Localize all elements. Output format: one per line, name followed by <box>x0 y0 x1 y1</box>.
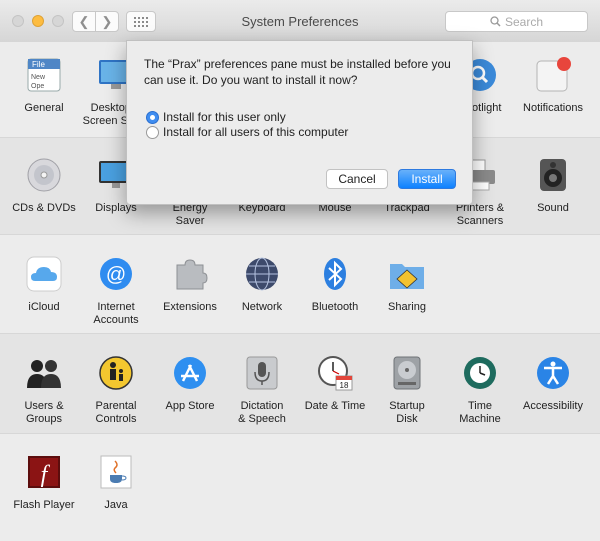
pref-label: Network <box>241 301 283 313</box>
pref-label: Internet Accounts <box>93 301 139 326</box>
pref-label: Flash Player <box>13 499 75 511</box>
pref-label: Sharing <box>388 301 426 313</box>
pref-label: Energy Saver <box>172 202 208 227</box>
pref-cds-dvds[interactable]: CDs & DVDs <box>8 156 80 215</box>
pref-label: App Store <box>165 400 215 412</box>
dialog-message: The “Prax” preferences pane must be inst… <box>144 57 451 87</box>
pref-label: Notifications <box>523 102 583 114</box>
pref-dictation-speech[interactable]: Dictation & Speech <box>226 354 298 426</box>
cd-icon <box>25 156 63 194</box>
pref-parental-controls[interactable]: Parental Controls <box>80 354 152 426</box>
install-button[interactable]: Install <box>398 169 456 189</box>
search-placeholder: Search <box>504 14 544 29</box>
parental-icon <box>97 354 135 392</box>
pref-label: Date & Time <box>304 400 366 412</box>
pref-java[interactable]: Java <box>80 453 152 512</box>
radio-this-user[interactable]: Install for this user only <box>146 110 286 124</box>
pref-label: Users & Groups <box>24 400 64 425</box>
pref-label: Startup Disk <box>389 400 425 425</box>
appstore-icon <box>171 354 209 392</box>
speaker-icon <box>534 156 572 194</box>
radio-selected-icon <box>146 110 159 124</box>
title-bar: ❮ ❯ System Preferences Search <box>0 0 600 43</box>
pref-extensions[interactable]: Extensions <box>154 255 226 314</box>
bluetooth-icon <box>316 255 354 293</box>
pref-notifications[interactable]: Notifications <box>517 56 589 115</box>
pref-sound[interactable]: Sound <box>517 156 589 215</box>
radio-unselected-icon <box>146 125 159 139</box>
pref-label: Bluetooth <box>311 301 359 313</box>
pref-network[interactable]: Network <box>226 255 298 314</box>
pref-label: Sound <box>537 202 569 214</box>
svg-text:New: New <box>31 74 46 81</box>
svg-text:@: @ <box>106 264 126 286</box>
general-icon: File New Ope <box>25 56 63 94</box>
svg-text:Ope: Ope <box>31 83 44 90</box>
pref-flash-player[interactable]: f Flash Player <box>8 453 80 512</box>
pref-label: iCloud <box>28 301 60 313</box>
notifications-icon <box>534 56 572 94</box>
pref-app-store[interactable]: App Store <box>154 354 226 413</box>
pref-users-groups[interactable]: Users & Groups <box>8 354 80 426</box>
pref-label: Parental Controls <box>95 400 137 425</box>
pref-internet-accounts[interactable]: @ Internet Accounts <box>80 255 152 327</box>
sharing-folder-icon <box>388 255 426 293</box>
pref-label: Dictation & Speech <box>238 400 286 425</box>
radio-label: Install for all users of this computer <box>163 125 349 139</box>
pref-label: Accessibility <box>523 400 583 412</box>
disk-icon <box>388 354 426 392</box>
search-field[interactable]: Search <box>445 11 588 32</box>
pref-label: Printers & Scanners <box>455 202 505 227</box>
globe-icon <box>243 255 281 293</box>
radio-all-users[interactable]: Install for all users of this computer <box>146 125 348 139</box>
pref-bluetooth[interactable]: Bluetooth <box>299 255 371 314</box>
pref-accessibility[interactable]: Accessibility <box>517 354 589 413</box>
pref-time-machine[interactable]: Time Machine <box>444 354 516 426</box>
at-icon: @ <box>97 255 135 293</box>
clock-icon: 18 <box>316 354 354 392</box>
radio-label: Install for this user only <box>163 110 286 124</box>
icloud-icon <box>25 255 63 293</box>
microphone-icon <box>243 354 281 392</box>
pref-label: General <box>24 102 64 114</box>
pref-label: Time Machine <box>459 400 501 425</box>
flash-icon: f <box>25 453 63 491</box>
puzzle-icon <box>171 255 209 293</box>
users-icon <box>25 354 63 392</box>
system-preferences-window: ❮ ❯ System Preferences Search File New Ope… <box>0 0 600 541</box>
cancel-button[interactable]: Cancel <box>326 169 388 189</box>
accessibility-icon <box>534 354 572 392</box>
search-icon <box>490 16 501 27</box>
pref-label: Java <box>104 499 128 511</box>
java-icon <box>97 453 135 491</box>
install-pane-dialog: The “Prax” preferences pane must be inst… <box>126 40 473 205</box>
pref-general[interactable]: File New Ope General <box>8 56 80 115</box>
pref-icloud[interactable]: iCloud <box>8 255 80 314</box>
pref-startup-disk[interactable]: Startup Disk <box>371 354 443 426</box>
pref-sharing[interactable]: Sharing <box>371 255 443 314</box>
pref-label: Extensions <box>163 301 217 313</box>
general-icon-text: File <box>32 60 45 69</box>
pref-label: CDs & DVDs <box>12 202 76 214</box>
timemachine-icon <box>461 354 499 392</box>
pref-date-time[interactable]: 18 Date & Time <box>299 354 371 413</box>
calendar-day-text: 18 <box>340 381 349 390</box>
